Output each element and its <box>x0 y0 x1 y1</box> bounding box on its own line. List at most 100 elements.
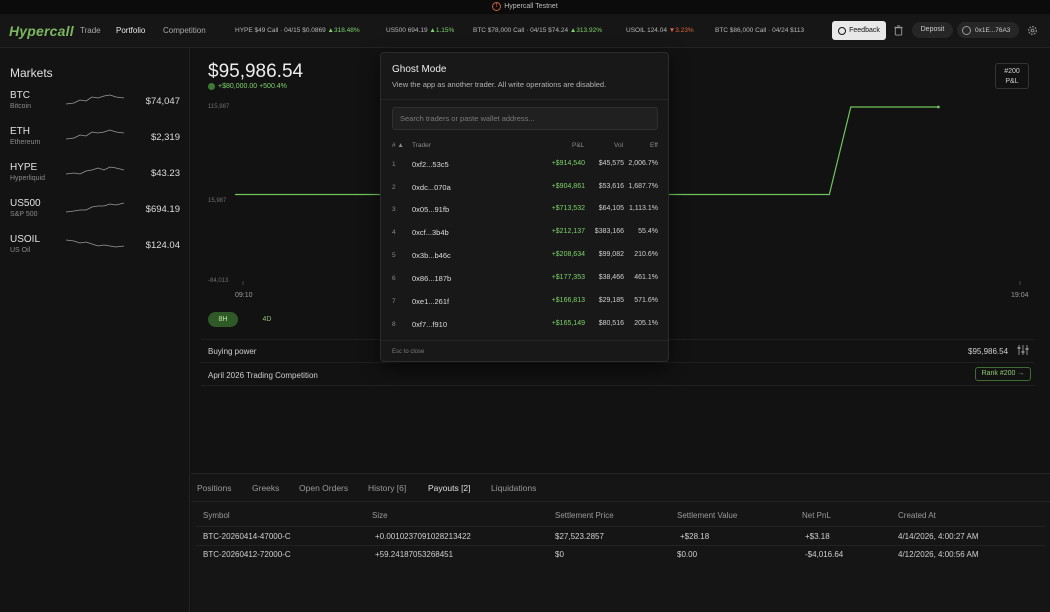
sliders-icon[interactable] <box>1017 344 1029 356</box>
trader-volume: $80,516 <box>598 320 624 327</box>
trader-pnl: +$165,149 <box>551 320 585 327</box>
column-header[interactable]: Created At <box>898 511 936 520</box>
pnl-end-point <box>937 105 940 109</box>
trader-row[interactable]: 8 0xf7...f910 +$165,149 $80,516 205.1% <box>381 314 668 337</box>
top-navbar: Hypercall Trade Portfolio Competition HY… <box>0 14 1050 48</box>
trader-pnl: +$914,540 <box>551 160 585 167</box>
competition-row <box>201 362 1034 385</box>
column-header-vol[interactable]: Vol <box>614 142 623 149</box>
column-header-pnl[interactable]: P&L <box>572 142 584 149</box>
sparkline <box>66 166 124 175</box>
tab-open-orders[interactable]: Open Orders <box>299 483 348 493</box>
ticker-item[interactable]: US500 694.19 ▲1.15% <box>386 27 454 34</box>
ticker-item[interactable]: BTC $78,000 Call · 04/15 $74.24 ▲313.92% <box>473 27 602 34</box>
market-item-eth[interactable]: ETH Ethereum $2,319 <box>10 126 182 162</box>
trader-pnl: +$212,137 <box>551 228 585 235</box>
trader-rank: 8 <box>392 321 396 328</box>
trader-address: 0xf7...f910 <box>412 320 448 329</box>
trader-row[interactable]: 4 0xcf...3b4b +$212,137 $383,166 55.4% <box>381 222 668 245</box>
markets-sidebar: Markets BTC Bitcoin $74,047 ETH Ethereum… <box>0 48 190 612</box>
sparkline <box>66 94 124 105</box>
deposit-button[interactable]: Deposit <box>912 22 953 38</box>
ticker-item[interactable]: BTC $86,000 Call · 04/24 $113 <box>715 27 804 34</box>
market-item-usoil[interactable]: USOIL US Oil $124.04 <box>10 234 182 270</box>
trader-pnl: +$208,634 <box>551 251 585 258</box>
market-item-us500[interactable]: US500 S&P 500 $694.19 <box>10 198 182 234</box>
range-4d-button[interactable]: 4D <box>257 312 277 327</box>
competition-label: April 2026 Trading Competition <box>208 371 318 380</box>
wallet-button[interactable]: 0x1E...76A3 <box>957 22 1019 38</box>
cell-created-at: 4/12/2026, 4:00:56 AM <box>898 550 979 559</box>
range-8h-button[interactable]: 8H <box>208 312 238 327</box>
gear-icon[interactable] <box>1027 25 1038 36</box>
column-header[interactable]: Size <box>372 511 388 520</box>
competition-rank-button[interactable]: Rank #200 → <box>975 367 1031 381</box>
trader-efficiency: 55.4% <box>638 228 658 235</box>
trader-row[interactable]: 5 0x3b...b46c +$208,634 $99,082 210.6% <box>381 245 668 268</box>
ticker-change: ▲318.48% <box>327 27 360 34</box>
trader-search-input[interactable] <box>392 107 658 130</box>
tab-history[interactable]: History [6] <box>368 483 406 493</box>
ticker-item[interactable]: HYPE $49 Call · 04/15 $0.0869 ▲318.48% <box>235 27 360 34</box>
modal-divider <box>381 99 668 100</box>
ticker-price: 124.04 <box>647 27 667 34</box>
column-header[interactable]: Symbol <box>203 511 230 520</box>
trader-volume: $64,105 <box>598 205 624 212</box>
tab-greeks[interactable]: Greeks <box>252 483 279 493</box>
tab-liquidations[interactable]: Liquidations <box>491 483 536 493</box>
trader-pnl: +$713,532 <box>551 205 585 212</box>
cell-net-pnl: -$4,016.64 <box>805 550 844 559</box>
trader-address: 0x86...187b <box>412 274 452 283</box>
nav-trade[interactable]: Trade <box>80 26 101 35</box>
column-header-rank[interactable]: # ▲ <box>392 142 404 149</box>
trader-row[interactable]: 2 0xdc...070a +$904,861 $53,616 1,687.7% <box>381 177 668 200</box>
trader-row[interactable]: 6 0x86...187b +$177,353 $38,466 461.1% <box>381 268 668 291</box>
ticker-price: $74.24 <box>548 27 569 34</box>
sparkline <box>66 129 124 140</box>
trader-efficiency: 205.1% <box>634 320 658 327</box>
chat-icon <box>838 26 847 35</box>
trader-efficiency: 461.1% <box>634 274 658 281</box>
trader-address: 0x3b...b46c <box>412 251 451 260</box>
column-header[interactable]: Settlement Value <box>677 511 737 520</box>
market-price: $43.23 <box>150 168 180 179</box>
tab-payouts[interactable]: Payouts [2] <box>428 483 471 493</box>
trader-address: 0xdc...070a <box>412 183 451 192</box>
market-item-hype[interactable]: HYPE Hyperliquid $43.23 <box>10 162 182 198</box>
market-item-btc[interactable]: BTC Bitcoin $74,047 <box>10 90 182 126</box>
row-divider <box>196 545 1046 546</box>
cell-settlement-value: $0.00 <box>677 550 698 559</box>
trader-efficiency: 571.6% <box>634 297 658 304</box>
warning-icon: ! <box>492 1 502 11</box>
trader-address: 0xf2...53c5 <box>412 160 449 169</box>
positions-panel: Positions Greeks Open Orders History [6]… <box>191 473 1050 612</box>
nav-competition[interactable]: Competition <box>163 26 206 35</box>
column-header[interactable]: Settlement Price <box>555 511 614 520</box>
feedback-button[interactable]: Feedback <box>832 21 886 40</box>
cell-settlement-value: +$28.18 <box>680 532 710 541</box>
trader-efficiency: 210.6% <box>634 251 658 258</box>
trader-row[interactable]: 1 0xf2...53c5 +$914,540 $45,575 2,006.7% <box>381 154 668 177</box>
trader-rank: 6 <box>392 275 396 282</box>
trader-volume: $53,616 <box>598 183 624 190</box>
trader-address: 0x05...91fb <box>412 205 450 214</box>
trader-row[interactable]: 3 0x05...91fb +$713,532 $64,105 1,113.1% <box>381 199 668 222</box>
market-name: Ethereum <box>10 139 41 146</box>
column-header[interactable]: Net PnL <box>802 511 831 520</box>
trader-efficiency: 2,006.7% <box>628 160 658 167</box>
logo[interactable]: Hypercall <box>9 23 74 39</box>
ticker-item[interactable]: USOIL 124.04 ▼3.23% <box>626 27 694 34</box>
column-header-trader[interactable]: Trader <box>412 142 431 149</box>
market-symbol: USOIL <box>10 234 41 245</box>
tab-positions[interactable]: Positions <box>197 483 232 493</box>
nav-portfolio[interactable]: Portfolio <box>116 26 145 35</box>
trader-volume: $45,575 <box>598 160 624 167</box>
column-header-eff[interactable]: Eff <box>650 142 658 149</box>
buying-power-label: Buying power <box>208 347 257 356</box>
trader-row[interactable]: 7 0xe1...261f +$166,813 $29,185 571.6% <box>381 291 668 314</box>
ticker-label: BTC $78,000 Call · 04/15 <box>473 27 547 34</box>
trader-efficiency: 1,113.1% <box>628 205 658 212</box>
trader-rank: 5 <box>392 252 396 259</box>
market-name: S&P 500 <box>10 211 38 218</box>
trash-icon[interactable] <box>893 25 904 36</box>
